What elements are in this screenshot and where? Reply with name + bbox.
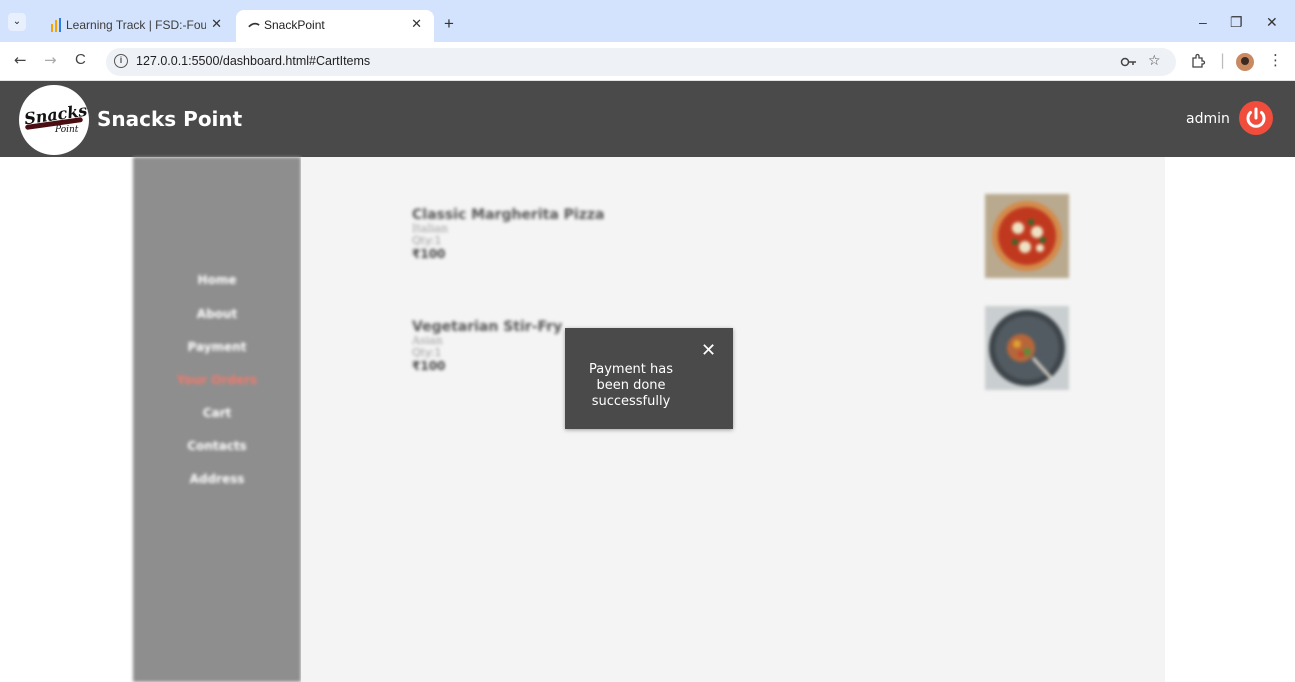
more-vert-icon[interactable]: ⋮ [1268,51,1283,69]
payment-success-toast: ✕ Payment has been done successfully [565,328,733,429]
bookmark-star-icon[interactable]: ☆ [1148,53,1161,69]
item-price: ₹100 [412,359,446,373]
back-button[interactable]: ← [14,51,27,69]
browser-tab-strip: ⌄ Learning Track | FSD:-Foundatio ✕ Snac… [0,0,1295,42]
cart-item: Vegetarian Stir-Fry Asian Qty:1 ₹100 [412,319,562,373]
sidebar-item-contacts[interactable]: Contacts [133,439,301,453]
tab-search-chevron-icon[interactable]: ⌄ [8,13,26,31]
tab-title: SnackPoint [264,18,325,32]
app-header: Snacks Point Snacks Point admin [0,81,1295,157]
cart-items-list: Classic Margherita Pizza Italian Qty:1 ₹… [301,157,1165,682]
cart-items-panel: Classic Margherita Pizza Italian Qty:1 ₹… [301,157,1165,682]
item-name: Vegetarian Stir-Fry [412,319,563,335]
browser-toolbar: ← → C i 127.0.0.1:5500/dashboard.html#Ca… [0,42,1295,81]
learning-track-favicon-icon [51,18,61,32]
sidebar: Home About Payment Your Orders Cart Cont… [133,157,301,682]
logout-power-button[interactable] [1239,101,1273,135]
snacks-point-logo[interactable]: Snacks Point [19,85,89,155]
new-tab-button[interactable]: + [444,14,454,34]
item-price: ₹100 [412,247,446,261]
snackpoint-favicon-icon [248,22,260,28]
toast-close-icon[interactable]: ✕ [701,340,716,361]
tab-title: Learning Track | FSD:-Foundatio [66,18,206,32]
pizza-photo [985,194,1069,278]
cart-item: Classic Margherita Pizza Italian Qty:1 ₹… [412,207,604,261]
site-info-icon[interactable]: i [114,54,128,68]
restore-button[interactable]: ❐ [1230,14,1243,31]
toolbar-divider: | [1220,51,1226,69]
extensions-icon[interactable] [1190,53,1206,69]
sidebar-item-about[interactable]: About [133,307,301,321]
brand-title: Snacks Point [97,107,243,131]
sidebar-item-address[interactable]: Address [133,472,301,486]
tab-snackpoint[interactable]: SnackPoint ✕ [236,10,434,42]
power-icon [1246,107,1266,128]
password-key-icon[interactable] [1120,55,1138,69]
reload-button[interactable]: C [75,51,86,68]
address-bar[interactable]: i 127.0.0.1:5500/dashboard.html#CartItem… [106,48,1176,76]
close-window-button[interactable]: ✕ [1266,14,1278,31]
tab-learning-track[interactable]: Learning Track | FSD:-Foundatio ✕ [38,10,234,42]
sidebar-item-home[interactable]: Home [133,273,301,287]
profile-avatar-icon[interactable] [1236,53,1254,71]
tab-close-icon[interactable]: ✕ [411,16,422,32]
sidebar-item-your-orders[interactable]: Your Orders [133,373,301,387]
url-text[interactable]: 127.0.0.1:5500/dashboard.html#CartItems [136,54,370,68]
username-label: admin [1186,111,1230,127]
sidebar-item-payment[interactable]: Payment [133,340,301,354]
forward-button[interactable]: → [44,51,57,69]
item-quantity: Qty:1 [412,346,442,359]
tab-close-icon[interactable]: ✕ [211,16,222,32]
item-quantity: Qty:1 [412,234,442,247]
stir-fry-bowl-photo [985,306,1069,390]
sidebar-item-cart[interactable]: Cart [133,406,301,420]
logo-subtext: Point [55,125,79,135]
item-name: Classic Margherita Pizza [412,207,605,223]
minimize-button[interactable]: – [1199,14,1207,30]
toast-message: Payment has been done successfully [588,362,674,409]
